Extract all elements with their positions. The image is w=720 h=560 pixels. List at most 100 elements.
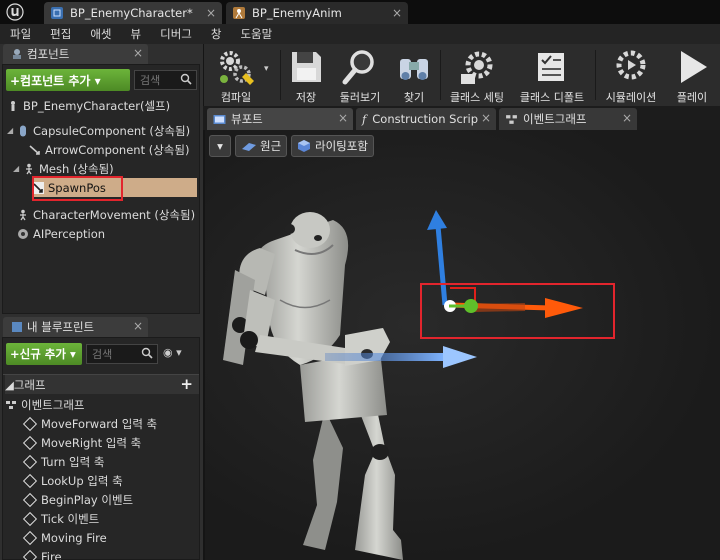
event-label: MoveRight 입력 축 (41, 435, 142, 450)
class-defaults-label: 클래스 디폴트 (519, 91, 585, 104)
viewport-scene (223, 210, 615, 560)
event-row[interactable]: MoveForward 입력 축 (22, 414, 158, 433)
event-graph-icon (6, 400, 16, 409)
simulation-label: 시뮬레이션 (605, 91, 657, 104)
compile-options-dropdown[interactable]: ▾ (264, 64, 269, 74)
left-panels: 컴포넌트 × +컴포넌트 추가 ▾ 검색 BP_EnemyCharacter(셀… (0, 44, 203, 560)
save-button[interactable]: 저장 (284, 44, 328, 106)
class-settings-gear-icon (461, 51, 493, 84)
component-search-input[interactable]: 검색 (134, 70, 197, 90)
menu-bar: 파일 편집 애셋 뷰 디버그 창 도움말 (0, 24, 720, 44)
find-button[interactable]: 찾기 (392, 44, 436, 106)
tree-row-arrow[interactable]: ArrowComponent (상속됨) (29, 140, 189, 159)
event-row[interactable]: Tick 이벤트 (22, 509, 99, 528)
menu-window[interactable]: 창 (201, 26, 231, 42)
add-new-button[interactable]: +신규 추가 ▾ (6, 343, 82, 365)
tree-row-label: 이벤트그래프 (21, 397, 85, 412)
menu-debug[interactable]: 디버그 (150, 26, 201, 42)
event-icon (22, 454, 38, 469)
event-label: Moving Fire (41, 530, 107, 545)
tree-row-movement[interactable]: CharacterMovement (상속됨) (17, 205, 195, 224)
event-label: LookUp 입력 축 (41, 473, 123, 488)
tab-viewport[interactable]: 뷰포트 × (207, 108, 353, 130)
compile-gears-icon (220, 51, 254, 85)
close-icon[interactable]: × (338, 111, 348, 125)
components-panel-tab[interactable]: 컴포넌트 × (3, 44, 148, 64)
close-icon[interactable]: × (622, 111, 632, 125)
transform-gizmo[interactable] (427, 210, 583, 318)
document-tab-label: BP_EnemyAnim (252, 6, 342, 20)
mesh-icon (26, 163, 32, 174)
tree-row-label: ArrowComponent (상속됨) (45, 142, 190, 157)
menu-help[interactable]: 도움말 (230, 26, 281, 42)
close-icon[interactable]: × (392, 6, 402, 20)
close-icon[interactable]: × (133, 46, 143, 60)
save-disk-icon (292, 52, 321, 82)
add-component-button[interactable]: +컴포넌트 추가 ▾ (6, 69, 130, 91)
tree-row-event-graph[interactable]: 이벤트그래프 (5, 395, 84, 414)
browse-label: 둘러보기 (339, 91, 381, 104)
search-placeholder: 검색 (92, 348, 113, 361)
browse-button[interactable]: 둘러보기 (332, 44, 388, 106)
compile-button[interactable]: 컴파일 (206, 44, 266, 106)
event-row[interactable]: MoveRight 입력 축 (22, 433, 142, 452)
blueprint-search-input[interactable]: 검색 (86, 344, 158, 364)
event-icon (22, 416, 38, 431)
editor-tab-strip: 뷰포트 × f Construction Scrip × 이벤트그래프 × (203, 106, 720, 130)
add-graph-button[interactable]: + (180, 375, 193, 393)
menu-view[interactable]: 뷰 (121, 26, 151, 42)
document-tab-enemy-anim[interactable]: BP_EnemyAnim × (226, 2, 408, 24)
tree-row-capsule[interactable]: ◢ CapsuleComponent (상속됨) (7, 121, 190, 140)
class-settings-button[interactable]: 클래스 세팅 (444, 44, 510, 106)
simulation-button[interactable]: 시뮬레이션 (599, 44, 663, 106)
play-icon (681, 51, 707, 83)
tree-row-label: AIPerception (33, 226, 106, 241)
tab-label: 이벤트그래프 (523, 112, 587, 126)
play-button[interactable]: 플레이 (669, 44, 715, 106)
close-icon[interactable]: × (133, 319, 143, 333)
event-row[interactable]: BeginPlay 이벤트 (22, 490, 133, 509)
document-tab-enemy-character[interactable]: BP_EnemyCharacter* × (44, 2, 222, 24)
class-settings-label: 클래스 세팅 (449, 91, 505, 104)
event-label: Fire (41, 549, 62, 560)
viewport[interactable]: ▾ 원근 라이팅포함 (205, 130, 720, 560)
find-label: 찾기 (403, 91, 425, 104)
event-row[interactable]: Turn 입력 축 (22, 452, 104, 471)
event-label: MoveForward 입력 축 (41, 416, 158, 431)
document-tab-label: BP_EnemyCharacter* (70, 6, 193, 20)
self-component-row[interactable]: BP_EnemyCharacter(셀프) (7, 96, 170, 115)
tree-row-aiperception[interactable]: AIPerception (17, 224, 105, 243)
title-bar: BP_EnemyCharacter* × BP_EnemyAnim × (0, 0, 720, 24)
binoculars-icon (400, 59, 428, 80)
components-panel: +컴포넌트 추가 ▾ 검색 BP_EnemyCharacter(셀프) ◢ Ca… (2, 64, 200, 314)
visibility-eye-icon[interactable]: ◉ ▾ (163, 346, 182, 359)
class-defaults-button[interactable]: 클래스 디폴트 (514, 44, 590, 106)
components-icon (13, 49, 21, 59)
event-row[interactable]: LookUp 입력 축 (22, 471, 123, 490)
my-blueprint-panel-tab[interactable]: 내 블루프린트 × (3, 317, 148, 337)
expander-icon[interactable]: ◢ (7, 126, 17, 135)
tab-label: 뷰포트 (231, 112, 263, 126)
event-icon (22, 473, 38, 488)
highlight-box-spawnpos (32, 176, 123, 201)
tab-construction-script[interactable]: f Construction Scrip × (356, 108, 496, 130)
close-icon[interactable]: × (478, 111, 491, 125)
event-row[interactable]: Moving Fire (22, 528, 107, 547)
graph-section-header[interactable]: ◢그래프 (5, 375, 199, 394)
unreal-logo-icon (6, 3, 24, 21)
magnifier-icon (342, 50, 374, 85)
event-icon (22, 435, 38, 450)
event-row[interactable]: Fire (22, 547, 62, 560)
close-icon[interactable]: × (206, 6, 216, 20)
play-label: 플레이 (676, 91, 708, 104)
menu-asset[interactable]: 애셋 (80, 26, 120, 42)
tab-event-graph[interactable]: 이벤트그래프 × (499, 108, 637, 130)
menu-file[interactable]: 파일 (0, 26, 40, 42)
divider (595, 50, 596, 100)
expander-icon[interactable]: ◢ (13, 164, 23, 173)
tree-row-label: CharacterMovement (상속됨) (33, 207, 196, 222)
tree-row-label: CapsuleComponent (상속됨) (33, 123, 191, 138)
save-label: 저장 (295, 91, 317, 104)
tab-label: Construction Scrip (372, 112, 478, 126)
menu-edit[interactable]: 편집 (40, 26, 80, 42)
